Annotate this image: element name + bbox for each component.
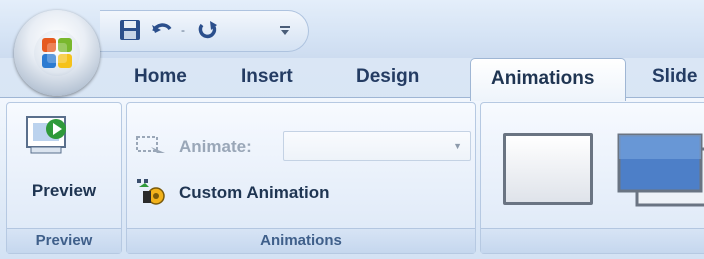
group-label-transition (481, 228, 704, 253)
group-label-preview: Preview (7, 228, 121, 253)
animate-label: Animate: (179, 137, 252, 156)
animate-icon (135, 133, 169, 162)
tab-home[interactable]: Home (134, 66, 187, 88)
office-logo-icon (34, 30, 80, 76)
preview-group: Preview Preview (6, 102, 122, 254)
office-button[interactable] (14, 10, 100, 96)
chevron-down-icon[interactable]: - (176, 18, 190, 42)
animate-dropdown[interactable]: ▼ (283, 131, 471, 161)
custom-animation-label: Custom Animation (179, 183, 330, 202)
custom-animation-icon (135, 177, 171, 212)
group-label-animations: Animations (127, 228, 475, 253)
tab-slide-show[interactable]: Slide (652, 66, 697, 88)
tab-design[interactable]: Design (356, 66, 419, 88)
redo-icon[interactable] (196, 18, 220, 42)
quick-access-toolbar: - (0, 0, 704, 58)
chevron-down-icon: ▼ (453, 141, 462, 151)
transition-gallery-group (480, 102, 704, 254)
customize-toolbar-icon[interactable] (278, 18, 292, 42)
preview-slide-icon[interactable] (25, 115, 71, 157)
ribbon-tabs: Home Insert Design Animations Slide (0, 58, 704, 101)
animations-group: Animate: ▼ Custom Animation Animations (126, 102, 476, 254)
preview-button[interactable]: Preview (7, 181, 121, 201)
transition-none-thumbnail-icon[interactable] (503, 133, 593, 205)
save-icon[interactable] (118, 18, 142, 42)
undo-icon[interactable] (150, 18, 174, 42)
ribbon-panel: Preview Preview Animate: ▼ Custom Animat… (0, 97, 704, 259)
tab-animations[interactable]: Animations (470, 58, 626, 101)
powerpoint-window: - Home Insert Design Animations Slide Pr… (0, 0, 704, 259)
transition-fade-thumbnail-icon[interactable] (617, 133, 704, 207)
tab-animations-label: Animations (491, 68, 595, 89)
tab-insert[interactable]: Insert (241, 66, 293, 88)
